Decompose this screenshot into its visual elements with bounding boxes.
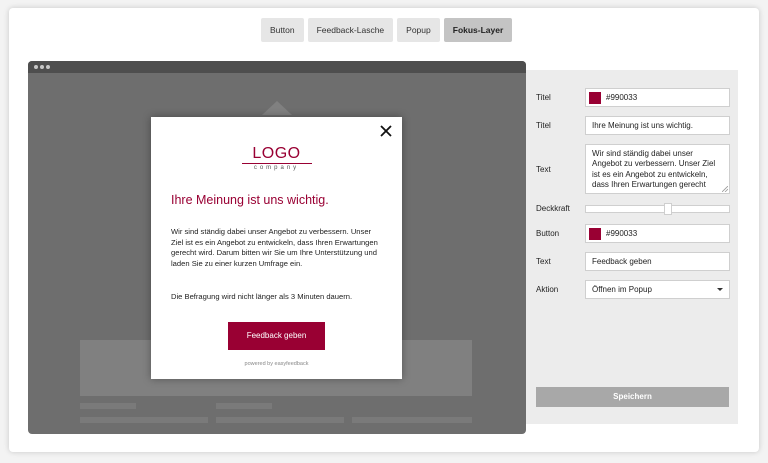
background-line: [216, 417, 344, 423]
body-text-row: Text Wir sind ständig dabei unser Angebo…: [536, 144, 730, 194]
title-color-swatch[interactable]: [589, 91, 601, 104]
background-line: [80, 417, 208, 423]
action-row: Aktion Öffnen im Popup: [536, 280, 730, 299]
button-text-label: Text: [536, 257, 551, 266]
modal-duration-note: Die Befragung wird nicht länger als 3 Mi…: [171, 292, 353, 301]
logo-text: LOGO: [252, 145, 301, 162]
button-color-row: Button #990033: [536, 224, 730, 243]
browser-titlebar: [28, 61, 526, 73]
window-dot-icon: [34, 65, 38, 69]
logo-subtext: company: [253, 165, 300, 171]
title-color-label: Titel: [536, 93, 551, 102]
chevron-down-icon: [717, 288, 723, 291]
logo-divider: [241, 163, 312, 164]
modal-title: Ihre Meinung ist uns wichtig.: [171, 193, 329, 207]
button-color-label: Button: [536, 229, 560, 238]
feedback-button[interactable]: Feedback geben: [228, 322, 325, 350]
action-label: Aktion: [536, 285, 559, 294]
save-button[interactable]: Speichern: [536, 387, 729, 407]
title-color-row: Titel #990033: [536, 88, 730, 107]
background-line: [216, 403, 272, 409]
powered-by-text: powered by easyfeedback: [244, 361, 309, 367]
tab-button[interactable]: Button: [261, 18, 304, 42]
button-text-input[interactable]: Feedback geben: [585, 252, 730, 271]
button-text-row: Text Feedback geben: [536, 252, 730, 271]
title-text-label: Titel: [536, 121, 551, 130]
tab-popup[interactable]: Popup: [397, 18, 440, 42]
background-line: [80, 403, 136, 409]
title-text-row: Titel Ihre Meinung ist uns wichtig.: [536, 116, 730, 135]
button-color-swatch[interactable]: [589, 227, 601, 240]
button-color-value: #990033: [606, 229, 638, 238]
close-icon[interactable]: [379, 124, 393, 138]
title-text-input[interactable]: Ihre Meinung ist uns wichtig.: [585, 116, 730, 135]
company-logo: LOGO company: [151, 146, 402, 172]
action-select[interactable]: Öffnen im Popup: [585, 280, 730, 299]
mode-tabs: Button Feedback-Lasche Popup Fokus-Layer: [261, 18, 513, 42]
focus-layer-modal: LOGO company Ihre Meinung ist uns wichti…: [151, 117, 402, 379]
title-color-value: #990033: [606, 93, 638, 102]
button-color-field[interactable]: #990033: [585, 224, 730, 243]
background-line: [352, 417, 472, 423]
window-dot-icon: [40, 65, 44, 69]
window-dot-icon: [46, 65, 50, 69]
settings-panel: Titel #990033 Titel Ihre Meinung ist uns…: [526, 70, 738, 424]
tab-fokus-layer[interactable]: Fokus-Layer: [443, 18, 513, 42]
resize-handle-icon[interactable]: [722, 186, 728, 192]
opacity-slider-thumb[interactable]: [664, 202, 673, 215]
body-text-value: Wir sind ständig dabei unser Angebot zu …: [592, 149, 716, 190]
tab-feedback-lasche[interactable]: Feedback-Lasche: [307, 18, 394, 42]
opacity-slider[interactable]: [585, 202, 730, 215]
opacity-label: Deckkraft: [536, 204, 570, 213]
opacity-row: Deckkraft: [536, 202, 730, 215]
modal-body-text: Wir sind ständig dabei unser Angebot zu …: [171, 227, 378, 268]
action-select-value: Öffnen im Popup: [592, 285, 652, 294]
body-text-textarea[interactable]: Wir sind ständig dabei unser Angebot zu …: [585, 144, 730, 194]
title-color-field[interactable]: #990033: [585, 88, 730, 107]
page-arrow-shape: [262, 101, 292, 115]
body-text-label: Text: [536, 164, 551, 174]
